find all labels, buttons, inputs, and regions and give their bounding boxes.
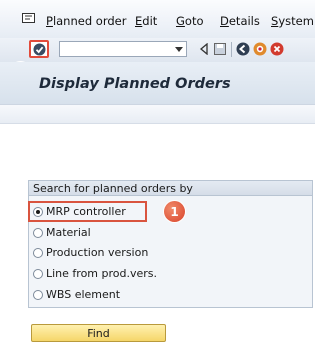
back-icon[interactable]	[236, 42, 250, 56]
menu-label: oto	[184, 14, 204, 28]
menu-label: dit	[142, 14, 158, 28]
title-bar: Display Planned Orders	[0, 62, 315, 104]
menu-goto[interactable]: Goto	[176, 14, 204, 28]
toolbar-separator	[231, 42, 232, 57]
page-title: Display Planned Orders	[39, 76, 231, 92]
radio-label: Line from prod.vers.	[46, 267, 158, 280]
menu-bar: Planned order Edit Goto Details System	[0, 0, 315, 38]
save-icon[interactable]	[213, 42, 227, 56]
menu-accelerator: D	[220, 14, 229, 28]
menu-edit[interactable]: Edit	[135, 14, 157, 28]
command-field[interactable]	[59, 41, 187, 57]
menu-label: ystem	[278, 14, 314, 28]
radio-wbs-element[interactable]: WBS element	[33, 287, 120, 302]
groupbox-title: Search for planned orders by	[28, 180, 313, 196]
radio-button[interactable]	[33, 206, 43, 217]
standard-toolbar	[0, 38, 315, 63]
cancel-icon[interactable]	[270, 42, 284, 56]
menu-system[interactable]: System	[271, 14, 314, 28]
radio-label: MRP controller	[46, 205, 126, 218]
menu-label: etails	[228, 14, 260, 28]
exit-icon[interactable]	[253, 42, 267, 56]
radio-label: WBS element	[46, 288, 121, 301]
radio-button[interactable]	[33, 268, 43, 279]
menu-accelerator: P	[46, 14, 53, 28]
radio-label: Production version	[46, 246, 149, 259]
radio-button[interactable]	[33, 227, 43, 238]
enter-checkmark-icon	[33, 43, 45, 55]
radio-material[interactable]: Material	[33, 225, 91, 240]
radio-label: Material	[46, 226, 91, 239]
chevron-down-icon[interactable]	[175, 47, 183, 52]
radio-button[interactable]	[33, 289, 43, 300]
radio-line-from-prod-vers[interactable]: Line from prod.vers.	[33, 266, 157, 281]
menu-details[interactable]: Details	[220, 14, 260, 28]
radio-production-version[interactable]: Production version	[33, 245, 148, 260]
menu-planned-order[interactable]: Planned order	[46, 14, 126, 28]
menu-label: lanned order	[52, 14, 127, 28]
radio-button[interactable]	[33, 247, 43, 258]
application-toolbar	[0, 104, 315, 124]
radio-mrp-controller[interactable]: MRP controller	[33, 204, 126, 219]
find-button[interactable]: Find	[31, 324, 166, 342]
enter-button[interactable]	[29, 40, 49, 58]
back-triangle-icon[interactable]	[197, 42, 211, 56]
menu-icon[interactable]	[22, 13, 35, 23]
annotation-badge-1: 1	[164, 201, 185, 222]
menu-accelerator: G	[176, 14, 185, 28]
